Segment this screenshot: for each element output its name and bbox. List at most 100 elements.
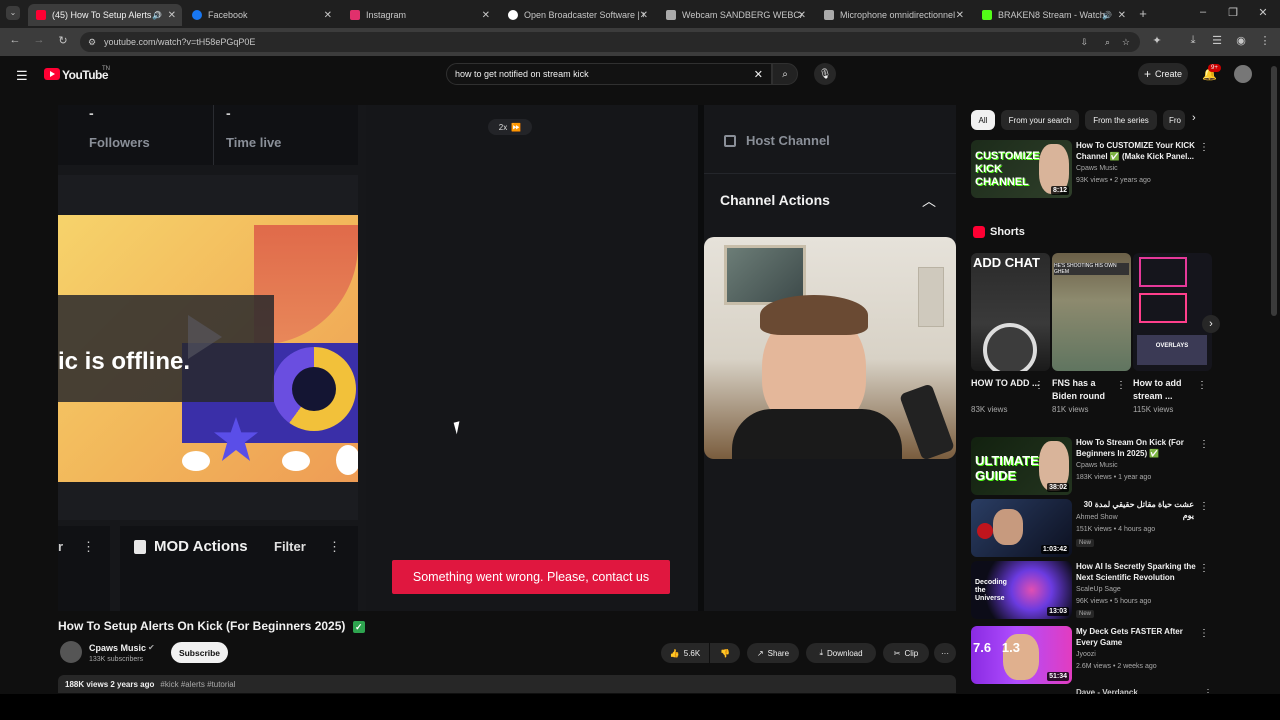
close-window-icon[interactable]: ✕ (1256, 6, 1270, 19)
close-tab-icon[interactable]: ✕ (1118, 10, 1126, 21)
kebab-icon[interactable]: ⋮ (1116, 380, 1126, 391)
address-bar[interactable]: ⚙ youtube.com/watch?v=tH58ePGqP0E ⇩ ⌕ ☆ (80, 32, 1140, 52)
close-tab-icon[interactable]: ✕ (168, 10, 176, 21)
video-title[interactable]: How To CUSTOMIZE Your KICK Channel ✅ (Ma… (1076, 140, 1201, 162)
tab-obs[interactable]: Open Broadcaster Software | O ✕ (500, 4, 654, 26)
site-info-icon[interactable]: ⚙ (88, 37, 96, 48)
short-title[interactable]: HOW TO ADD ... (971, 377, 1041, 390)
kebab-icon[interactable]: ⋮ (328, 539, 341, 555)
chevron-up-icon[interactable]: ︿ (922, 191, 936, 211)
channel-avatar[interactable] (60, 641, 82, 663)
description-box[interactable]: 188K views 2 years ago #kick #alerts #tu… (58, 675, 956, 693)
clip-button[interactable]: ✂ Clip (883, 643, 929, 663)
short-thumbnail[interactable]: ADD CHAT (971, 253, 1050, 371)
chip-truncated[interactable]: Fro (1163, 110, 1185, 130)
tab-instagram[interactable]: Instagram ✕ (342, 4, 496, 26)
short-title[interactable]: How to add stream ... (1133, 377, 1203, 403)
page-scrollbar[interactable] (1271, 66, 1277, 316)
close-tab-icon[interactable]: ✕ (956, 10, 964, 21)
video-player[interactable]: - Followers - Time live ic is offline. r… (58, 105, 956, 611)
video-title[interactable]: How AI Is Secretly Sparking the Next Sci… (1076, 561, 1201, 583)
tab-microphone[interactable]: Microphone omnidirectionnel ✕ (816, 4, 970, 26)
hamburger-menu-icon[interactable]: ☰ (16, 68, 28, 84)
reload-icon[interactable]: ↻ (56, 34, 70, 47)
profile-icon[interactable]: ◉ (1234, 34, 1248, 47)
back-icon[interactable]: ← (8, 34, 22, 46)
hashtags[interactable]: #kick #alerts #tutorial (160, 680, 235, 689)
browser-menu-icon[interactable]: ⋮ (1258, 34, 1272, 47)
thumbnail[interactable]: CUSTOMIZE KICK CHANNEL 8:12 (971, 140, 1072, 198)
tab-youtube[interactable]: (45) How To Setup Alerts O 🔊 ✕ (28, 4, 182, 26)
create-button[interactable]: + Create (1138, 63, 1188, 85)
more-actions-button[interactable]: ··· (934, 643, 956, 663)
kebab-icon[interactable]: ⋮ (1034, 380, 1044, 391)
thumbnail[interactable]: 1:03:42 (971, 499, 1072, 557)
list-item[interactable]: 7.6 1.3 51:34 My Deck Gets FASTER After … (971, 626, 1213, 684)
subscribe-button[interactable]: Subscribe (171, 642, 228, 663)
tab-kick[interactable]: BRAKEN8 Stream - Watch 🔊 ✕ (974, 4, 1132, 26)
close-tab-icon[interactable]: ✕ (482, 10, 490, 21)
chip-from-your-search[interactable]: From your search (1001, 110, 1079, 130)
list-item[interactable]: CUSTOMIZE KICK CHANNEL 8:12 How To CUSTO… (971, 140, 1213, 198)
video-title[interactable]: How To Stream On Kick (For Beginners In … (1076, 437, 1201, 459)
youtube-logo-icon[interactable] (44, 68, 60, 80)
channel-name[interactable]: Cpaws Music (89, 643, 146, 653)
like-button[interactable]: 👍 5.6K (661, 643, 709, 663)
channel-name[interactable]: ScaleUp Sage (1076, 586, 1121, 593)
video-title[interactable]: My Deck Gets FASTER After Every Game (1076, 626, 1201, 648)
chip-from-the-series[interactable]: From the series (1085, 110, 1157, 130)
short-thumbnail[interactable]: HE'S SHOOTING HIS OWN GHEM (1052, 253, 1131, 371)
channel-name[interactable]: Ahmed Show (1076, 514, 1118, 521)
search-button[interactable]: ⌕ (772, 63, 798, 85)
new-tab-icon[interactable]: + (1136, 6, 1150, 21)
channel-name[interactable]: Jyoozi (1076, 651, 1096, 658)
close-tab-icon[interactable]: ✕ (324, 10, 332, 21)
share-button[interactable]: ↗ Share (747, 643, 799, 663)
clear-search-icon[interactable]: ✕ (754, 68, 763, 81)
filter-button[interactable]: Filter (274, 539, 306, 554)
kebab-icon[interactable]: ⋮ (1199, 439, 1209, 450)
search-input[interactable]: how to get notified on stream kick ✕ (446, 63, 772, 85)
tab-webcam[interactable]: Webcam SANDBERG WEBCAM ✕ (658, 4, 812, 26)
maximize-icon[interactable]: ❐ (1226, 6, 1240, 19)
dislike-button[interactable]: 👎 (710, 643, 740, 663)
thumbnail[interactable]: Decoding the Universe 13:03 (971, 561, 1072, 619)
shorts-next-button[interactable]: › (1202, 315, 1220, 333)
kebab-icon[interactable]: ⋮ (1199, 563, 1209, 574)
channel-name[interactable]: Cpaws Music (1076, 165, 1118, 172)
host-channel-label[interactable]: Host Channel (746, 133, 830, 148)
channel-name[interactable]: Cpaws Music (1076, 462, 1118, 469)
install-app-icon[interactable]: ⇩ (1080, 37, 1088, 48)
chevron-right-icon[interactable]: › (1192, 112, 1196, 124)
forward-icon[interactable]: → (32, 34, 46, 46)
thumbnail[interactable]: ULTIMATE GUIDE 38:02 (971, 437, 1072, 495)
short-title[interactable]: FNS has a Biden round (1052, 377, 1122, 403)
list-item[interactable]: 1:03:42 عشت حياة مقاتل حقيقي لمدة 30 يوم… (971, 499, 1213, 557)
reading-list-icon[interactable]: ☰ (1210, 34, 1224, 47)
chip-all[interactable]: All (971, 110, 995, 130)
thumbnail[interactable]: 7.6 1.3 51:34 (971, 626, 1072, 684)
voice-search-button[interactable]: 🎙 (814, 63, 836, 85)
list-item[interactable]: ULTIMATE GUIDE 38:02 How To Stream On Ki… (971, 437, 1213, 495)
speaker-icon[interactable]: 🔊 (152, 11, 162, 20)
kebab-icon[interactable]: ⋮ (1199, 628, 1209, 639)
kebab-icon[interactable]: ⋮ (1199, 501, 1209, 512)
minimize-icon[interactable]: – (1196, 6, 1210, 18)
extensions-icon[interactable]: ✦ (1150, 34, 1164, 47)
kebab-icon[interactable]: ⋮ (1199, 142, 1209, 153)
zoom-icon[interactable]: ⌕ (1105, 37, 1110, 48)
list-item[interactable]: Decoding the Universe 13:03 How AI Is Se… (971, 561, 1213, 619)
tab-search-icon[interactable]: ⌄ (6, 6, 20, 20)
download-button[interactable]: ⤓ Download (806, 643, 876, 663)
downloads-icon[interactable]: ⤓ (1186, 34, 1200, 47)
bookmark-star-icon[interactable]: ☆ (1122, 37, 1130, 48)
speaker-icon[interactable]: 🔊 (1102, 11, 1112, 20)
kebab-icon[interactable]: ⋮ (1197, 380, 1207, 391)
short-thumbnail[interactable]: OVERLAYS (1133, 253, 1212, 371)
close-tab-icon[interactable]: ✕ (640, 10, 648, 21)
kebab-icon[interactable]: ⋮ (82, 539, 95, 555)
decor-ring-hole (292, 367, 336, 411)
avatar[interactable] (1234, 65, 1252, 83)
tab-facebook[interactable]: Facebook ✕ (184, 4, 338, 26)
close-tab-icon[interactable]: ✕ (798, 10, 806, 21)
